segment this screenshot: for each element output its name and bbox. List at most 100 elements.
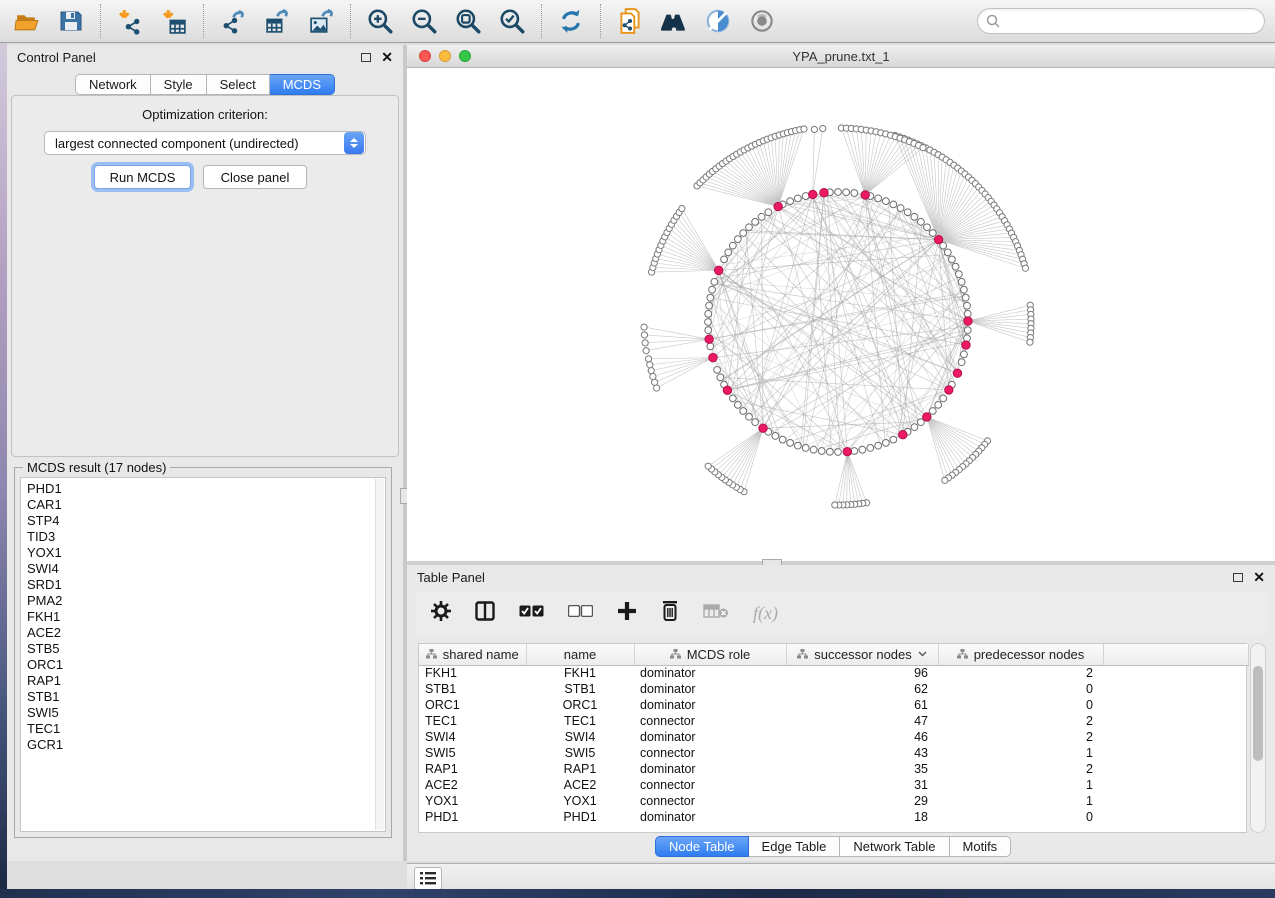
- result-item[interactable]: RAP1: [27, 673, 385, 689]
- graph-node[interactable]: [940, 395, 947, 402]
- graph-node[interactable]: [964, 327, 971, 334]
- graph-node[interactable]: [961, 286, 968, 293]
- graph-node[interactable]: [705, 463, 711, 469]
- table-row[interactable]: TEC1TEC1connector472: [419, 713, 1248, 729]
- graph-node[interactable]: [711, 278, 718, 285]
- graph-node[interactable]: [746, 224, 753, 231]
- graph-node[interactable]: [890, 436, 897, 443]
- mcds-result-list[interactable]: PHD1CAR1STP4TID3YOX1SWI4SRD1PMA2FKH1ACE2…: [20, 477, 386, 832]
- graph-node[interactable]: [1027, 339, 1033, 345]
- mcds-node[interactable]: [934, 235, 942, 243]
- export-image-icon[interactable]: [306, 6, 336, 36]
- select-all-checkboxes-icon[interactable]: [519, 604, 544, 622]
- graph-node[interactable]: [705, 327, 712, 334]
- graph-node[interactable]: [964, 310, 971, 317]
- graph-node[interactable]: [734, 401, 741, 408]
- graph-node[interactable]: [958, 278, 965, 285]
- graph-node[interactable]: [820, 125, 826, 131]
- scrollbar-thumb[interactable]: [1253, 666, 1263, 761]
- refresh-icon[interactable]: [556, 6, 586, 36]
- network-canvas[interactable]: [407, 68, 1275, 561]
- delete-column-icon[interactable]: [661, 601, 679, 626]
- result-item[interactable]: ACE2: [27, 625, 385, 641]
- table-row[interactable]: STB1STB1dominator620: [419, 681, 1248, 697]
- graph-node[interactable]: [740, 230, 747, 237]
- graph-node[interactable]: [794, 195, 801, 202]
- graph-node[interactable]: [961, 351, 968, 358]
- graph-node[interactable]: [705, 310, 712, 317]
- mcds-node[interactable]: [723, 386, 731, 394]
- mcds-node[interactable]: [774, 202, 782, 210]
- graph-node[interactable]: [904, 209, 911, 216]
- mcds-node[interactable]: [709, 353, 717, 361]
- import-network-icon[interactable]: [115, 6, 145, 36]
- gear-icon[interactable]: [431, 601, 451, 626]
- mcds-node[interactable]: [759, 424, 767, 432]
- graph-node[interactable]: [650, 373, 656, 379]
- mcds-node[interactable]: [962, 341, 970, 349]
- graph-node[interactable]: [642, 340, 648, 346]
- result-item[interactable]: FKH1: [27, 609, 385, 625]
- export-network-icon[interactable]: [218, 6, 248, 36]
- mcds-node[interactable]: [964, 317, 972, 325]
- add-column-icon[interactable]: [617, 601, 637, 626]
- graph-node[interactable]: [721, 256, 728, 263]
- graph-node[interactable]: [867, 445, 874, 452]
- result-item[interactable]: SWI5: [27, 705, 385, 721]
- graph-node[interactable]: [890, 201, 897, 208]
- result-item[interactable]: ORC1: [27, 657, 385, 673]
- mcds-node[interactable]: [809, 190, 817, 198]
- result-item[interactable]: SRD1: [27, 577, 385, 593]
- column-header-successor-nodes[interactable]: successor nodes: [786, 644, 938, 665]
- float-panel-icon[interactable]: [1233, 573, 1243, 582]
- tab-select[interactable]: Select: [207, 74, 270, 95]
- criterion-select[interactable]: largest connected component (undirected): [44, 131, 366, 155]
- graph-node[interactable]: [835, 189, 842, 196]
- result-item[interactable]: TEC1: [27, 721, 385, 737]
- graph-node[interactable]: [826, 448, 833, 455]
- graph-node[interactable]: [779, 436, 786, 443]
- graph-node[interactable]: [843, 189, 850, 196]
- graph-node[interactable]: [746, 413, 753, 420]
- graph-node[interactable]: [911, 213, 918, 220]
- mcds-node[interactable]: [945, 386, 953, 394]
- graph-node[interactable]: [911, 424, 918, 431]
- tab-network[interactable]: Network: [75, 74, 151, 95]
- graph-node[interactable]: [725, 249, 732, 256]
- graph-node[interactable]: [802, 193, 809, 200]
- graph-node[interactable]: [705, 319, 712, 326]
- graph-node[interactable]: [787, 198, 794, 205]
- column-header-predecessor-nodes[interactable]: predecessor nodes: [938, 644, 1103, 665]
- graph-node[interactable]: [811, 126, 817, 132]
- graphics-detail-eye-icon[interactable]: [747, 6, 777, 36]
- close-panel-button[interactable]: Close panel: [203, 165, 307, 189]
- graph-node[interactable]: [772, 433, 779, 440]
- mcds-node[interactable]: [705, 335, 713, 343]
- graph-node[interactable]: [709, 286, 716, 293]
- graph-node[interactable]: [645, 356, 651, 362]
- graph-node[interactable]: [641, 332, 647, 338]
- float-panel-icon[interactable]: [361, 53, 371, 62]
- graph-node[interactable]: [714, 366, 721, 373]
- mcds-node[interactable]: [843, 447, 851, 455]
- table-row[interactable]: FKH1FKH1dominator962: [419, 665, 1248, 681]
- graph-node[interactable]: [1022, 265, 1028, 271]
- split-columns-icon[interactable]: [475, 601, 495, 626]
- table-row[interactable]: SWI5SWI5connector431: [419, 745, 1248, 761]
- graph-node[interactable]: [944, 249, 951, 256]
- graph-node[interactable]: [740, 408, 747, 415]
- graph-node[interactable]: [679, 205, 685, 211]
- graph-node[interactable]: [818, 448, 825, 455]
- result-item[interactable]: SWI4: [27, 561, 385, 577]
- graph-node[interactable]: [875, 442, 882, 449]
- graph-node[interactable]: [875, 195, 882, 202]
- graph-node[interactable]: [729, 242, 736, 249]
- delete-table-icon[interactable]: [703, 603, 729, 624]
- mcds-node[interactable]: [953, 369, 961, 377]
- mcds-node[interactable]: [899, 430, 907, 438]
- graph-node[interactable]: [851, 190, 858, 197]
- result-scrollbar[interactable]: [375, 479, 384, 830]
- open-file-icon[interactable]: [12, 6, 42, 36]
- search-binoculars-icon[interactable]: [659, 6, 689, 36]
- graph-node[interactable]: [758, 213, 765, 220]
